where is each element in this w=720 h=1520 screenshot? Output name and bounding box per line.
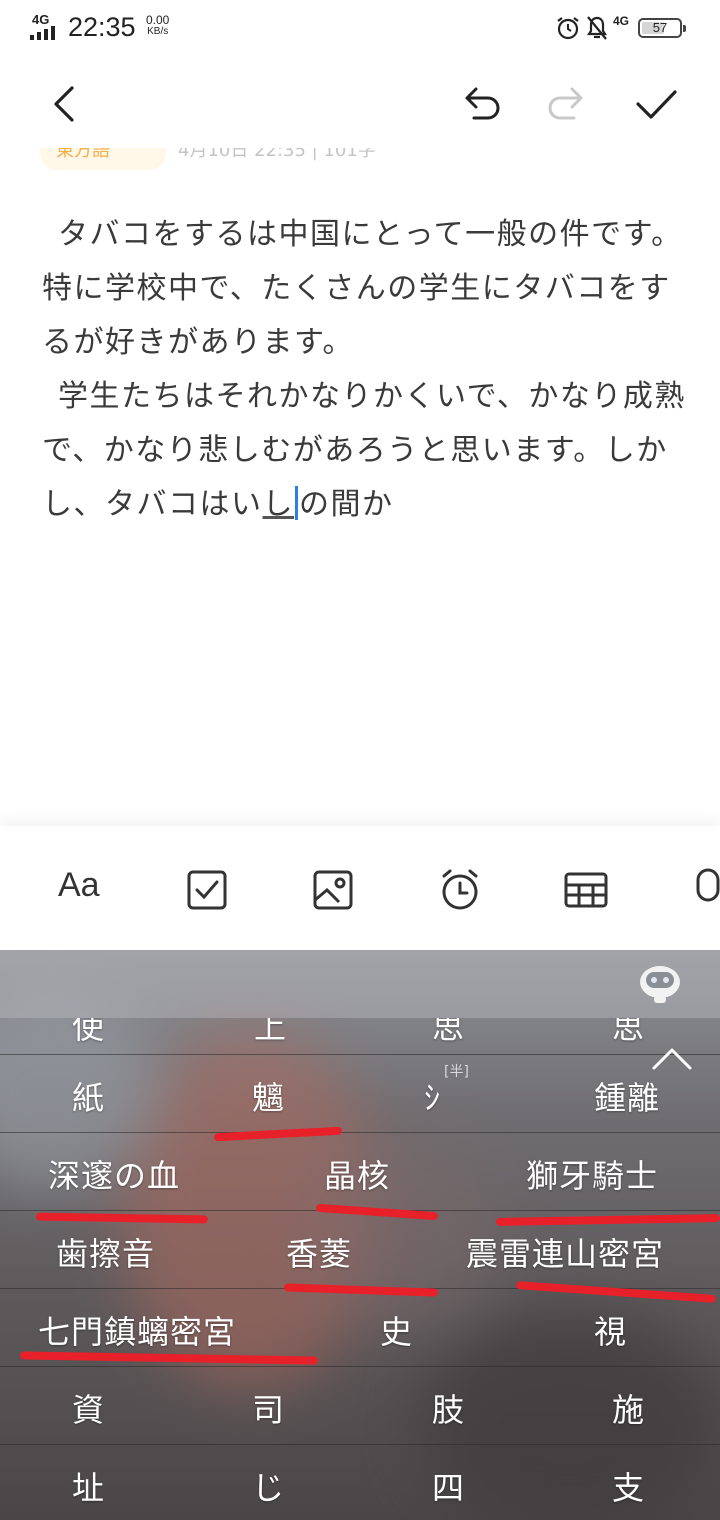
text-after-cursor: の間か (299, 487, 394, 522)
candidate-item[interactable]: 香菱 (286, 1229, 352, 1275)
candidate-item[interactable]: ｼ (424, 1073, 441, 1119)
header-bar (0, 60, 720, 148)
candidate-item[interactable]: 施 (612, 1385, 645, 1431)
candidate-item[interactable]: 獅牙騎士 (526, 1151, 658, 1197)
format-toolbar: Aa (0, 826, 720, 950)
candidate-item[interactable]: 資 (72, 1385, 105, 1431)
battery-icon: 57 (638, 18, 686, 38)
note-editor[interactable]: タバコをするは中国にとって一般の件です。特に学校中で、たくさんの学生にタバコをす… (42, 208, 692, 532)
table-icon[interactable] (562, 866, 610, 914)
microphone-icon[interactable] (690, 866, 720, 914)
candidate-item[interactable]: 肢 (432, 1385, 465, 1431)
mute-icon (586, 16, 608, 40)
signal-icon (30, 26, 55, 40)
back-arrow-icon[interactable] (40, 80, 88, 128)
candidate-item[interactable]: 上 (254, 1018, 287, 1048)
candidate-item[interactable]: 視 (594, 1307, 627, 1353)
undo-icon[interactable] (456, 80, 504, 128)
candidate-item[interactable]: 司 (252, 1385, 285, 1431)
ime-candidate-panel: 使 上 思 思 紙 魑 ｼ [半] 鍾離 深邃の血 晶核 獅牙騎士 歯擦音 香菱… (0, 950, 720, 1520)
font-style-icon[interactable]: Aa (58, 866, 100, 914)
text-cursor (295, 486, 298, 520)
candidate-item[interactable]: 七門鎮螭密宮 (38, 1307, 236, 1353)
candidate-row: 資 司 肢 施 (0, 1366, 720, 1445)
half-width-mark: [半] (444, 1064, 469, 1080)
alarm-icon (557, 17, 579, 40)
checkbox-icon[interactable] (183, 866, 231, 914)
paragraph-2: 学生たちはそれかなりかくいで、かなり成熟で、かなり悲しむがあろうと思います。しか… (42, 370, 692, 532)
candidate-row: 紙 魑 ｼ [半] 鍾離 (0, 1054, 720, 1133)
candidate-item[interactable]: 址 (72, 1463, 105, 1509)
candidate-row-partial: 使 上 思 思 (0, 1018, 720, 1054)
battery-level: 57 (652, 20, 668, 35)
network-type-label-right: 4G (613, 14, 630, 28)
candidate-item[interactable]: 四 (432, 1463, 465, 1509)
candidate-row: 址 じ 四 支 (0, 1444, 720, 1520)
status-bar: 4G 22:35 0.00 KB/s 4G 57 (0, 0, 720, 56)
redo-icon[interactable] (544, 80, 592, 128)
candidate-item[interactable]: 使 (72, 1018, 105, 1048)
network-speed: 0.00 KB/s (146, 14, 169, 38)
candidate-row: 深邃の血 晶核 獅牙騎士 (0, 1132, 720, 1211)
paragraph-1: タバコをするは中国にとって一般の件です。特に学校中で、たくさんの学生にタバコをす… (42, 217, 683, 360)
candidate-item[interactable]: 魑 (252, 1073, 285, 1119)
network-type-label: 4G (32, 12, 50, 27)
speed-value: 0.00 (146, 13, 170, 27)
candidate-item[interactable]: 歯擦音 (56, 1229, 155, 1275)
alarm-clock-icon[interactable] (436, 866, 484, 914)
candidate-item[interactable]: 支 (612, 1463, 645, 1509)
candidate-item[interactable]: 史 (380, 1307, 413, 1353)
collapse-chevron-icon[interactable] (650, 1044, 694, 1074)
candidate-item[interactable]: 思 (612, 1018, 645, 1048)
preedit-text: し (262, 487, 294, 522)
candidate-item[interactable]: 晶核 (324, 1151, 390, 1197)
candidate-item[interactable]: 思 (432, 1018, 465, 1048)
checkmark-icon[interactable] (632, 80, 680, 128)
speed-unit: KB/s (147, 26, 169, 37)
candidate-topbar (0, 950, 720, 1018)
candidate-item[interactable]: 震雷連山密宮 (466, 1229, 664, 1275)
candidate-item[interactable]: 紙 (72, 1073, 105, 1119)
candidate-item[interactable]: 鍾離 (594, 1073, 660, 1119)
image-icon[interactable] (309, 866, 357, 914)
candidate-item[interactable]: 深邃の血 (48, 1151, 180, 1197)
status-time: 22:35 (68, 12, 136, 42)
candidate-item[interactable]: じ (252, 1463, 285, 1509)
robot-assistant-icon[interactable] (638, 962, 682, 1006)
